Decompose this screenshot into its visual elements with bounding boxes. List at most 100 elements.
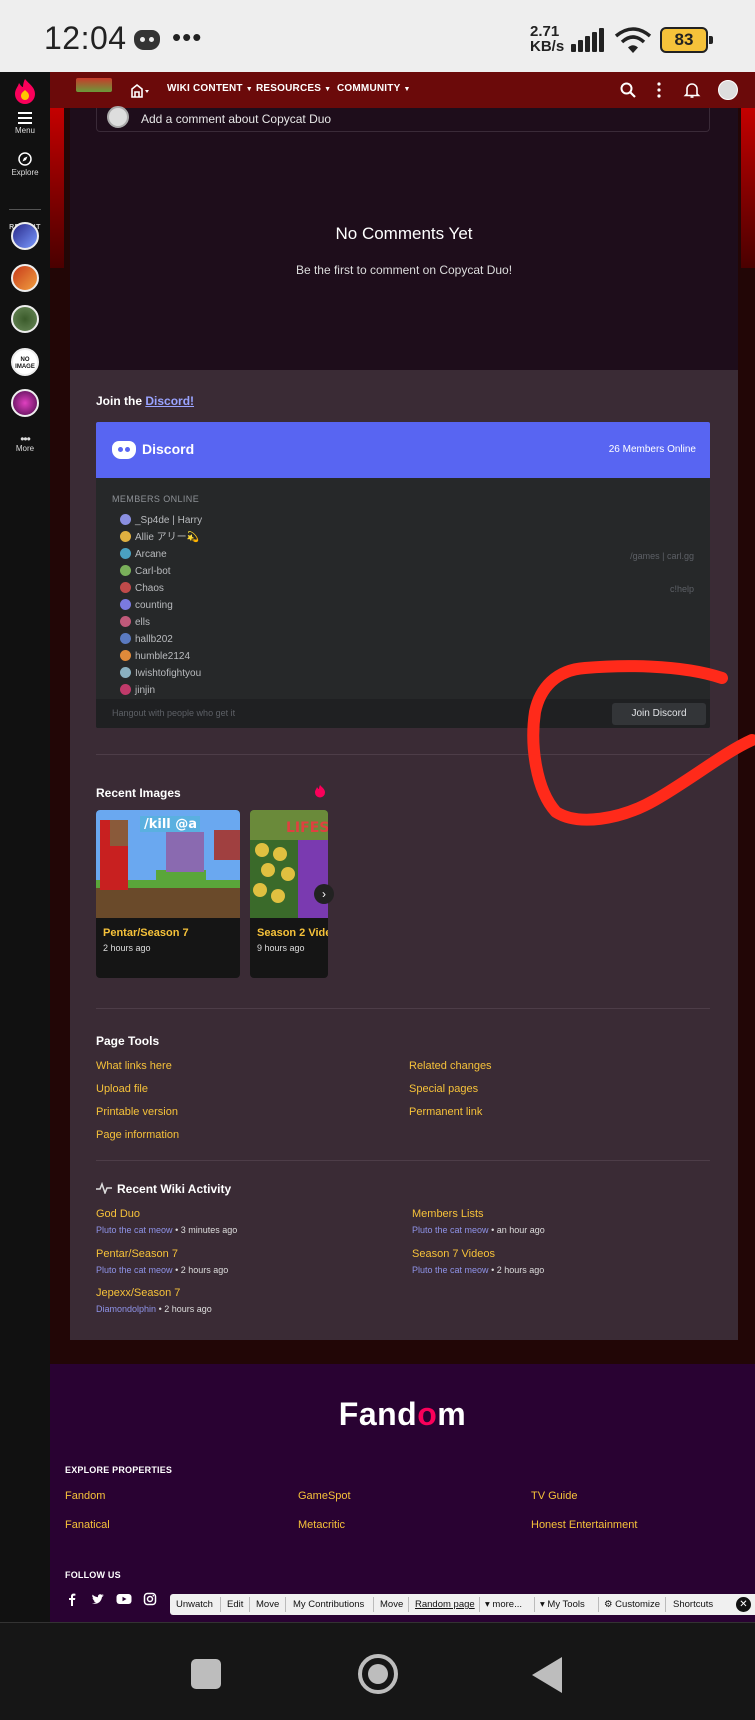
page-tool-link[interactable]: Related changes [409, 1060, 492, 1072]
rail-explore-button[interactable]: Explore [0, 152, 50, 177]
page-tool-link[interactable]: Printable version [96, 1106, 178, 1118]
home-button[interactable] [358, 1654, 398, 1694]
discord-title-link[interactable]: Discord! [145, 394, 194, 408]
decorative-edge [741, 108, 755, 268]
page-tool-link[interactable]: Upload file [96, 1083, 148, 1095]
property-link[interactable]: Honest Entertainment [531, 1519, 637, 1531]
activity-page-link[interactable]: God Duo [96, 1208, 140, 1220]
recent-wiki-avatar[interactable] [11, 222, 39, 250]
member-name: jinjin [135, 685, 156, 696]
chevron-down-icon: ▼ [245, 86, 253, 93]
discord-member[interactable]: jinjin [120, 684, 155, 698]
property-link[interactable]: Metacritic [298, 1519, 345, 1531]
discord-member[interactable]: humble2124 [120, 650, 190, 664]
discord-member[interactable]: ells [120, 616, 150, 630]
discord-member[interactable]: counting [120, 599, 173, 613]
discord-member[interactable]: Carl-bot [120, 565, 171, 579]
property-link[interactable]: Fandom [65, 1490, 105, 1502]
back-button[interactable] [532, 1657, 562, 1693]
member-name: Arcane [135, 549, 167, 560]
page-tool-link[interactable]: What links here [96, 1060, 172, 1072]
recent-image-card[interactable]: /kill @a Pentar/Season 7 2 hours ago [96, 810, 240, 978]
discord-member[interactable]: Arcane [120, 548, 167, 562]
wiki-home-dropdown[interactable] [130, 82, 150, 100]
page-tool-link[interactable]: Permanent link [409, 1106, 482, 1118]
recent-wiki-avatar[interactable] [11, 305, 39, 333]
discord-member[interactable]: Chaos [120, 582, 164, 596]
cell-signal-icon [571, 28, 605, 52]
activity-user-link[interactable]: Pluto the cat meow [412, 1225, 489, 1235]
discord-member[interactable]: hallb202 [120, 633, 173, 647]
member-avatar [120, 599, 131, 610]
toolbar-move[interactable]: Move [256, 1599, 279, 1610]
nav-resources[interactable]: RESOURCES ▼ [256, 83, 331, 94]
network-speed-unit: KB/s [530, 38, 565, 55]
nav-label: COMMUNITY [337, 83, 401, 94]
toolbar-edit[interactable]: Edit [227, 1599, 243, 1610]
discord-member[interactable]: Allie アリー💫 [120, 531, 199, 545]
recent-wiki-avatar[interactable] [11, 389, 39, 417]
discord-member[interactable]: _Sp4de | Harry [120, 514, 202, 528]
page-tool-link[interactable]: Special pages [409, 1083, 478, 1095]
wiki-logo[interactable] [76, 78, 112, 92]
toolbar-more[interactable]: ▾ more... [485, 1599, 522, 1610]
recents-button[interactable] [191, 1659, 221, 1689]
carousel-next-button[interactable]: › [314, 884, 334, 904]
toolbar-my-tools[interactable]: ▾ My Tools [540, 1599, 585, 1610]
facebook-icon[interactable] [65, 1592, 79, 1606]
activity-page-link[interactable]: Jepexx/Season 7 [96, 1287, 180, 1299]
chevron-down-icon: ▼ [324, 86, 332, 93]
nav-label: RESOURCES [256, 83, 322, 94]
recent-wiki-avatar[interactable] [11, 264, 39, 292]
activity-user-link[interactable]: Pluto the cat meow [96, 1265, 173, 1275]
property-link[interactable]: Fanatical [65, 1519, 110, 1531]
property-link[interactable]: GameSpot [298, 1490, 351, 1502]
android-nav-bar [0, 1622, 755, 1720]
toolbar-my-contributions[interactable]: My Contributions [293, 1599, 364, 1610]
nav-community[interactable]: COMMUNITY ▼ [337, 83, 411, 94]
search-icon[interactable] [619, 81, 637, 99]
status-bar: 12:04 ••• 2.71 KB/s 83 [0, 0, 755, 72]
activity-page-link[interactable]: Members Lists [412, 1208, 484, 1220]
member-name: _Sp4de | Harry [135, 515, 203, 526]
user-avatar[interactable] [718, 80, 738, 100]
activity-user-link[interactable]: Diamondolphin [96, 1304, 156, 1314]
wiki-header: WIKI CONTENT ▼ RESOURCES ▼ COMMUNITY ▼ [50, 72, 755, 108]
recent-wiki-avatar-placeholder[interactable]: NO IMAGE [11, 348, 39, 376]
discord-member[interactable]: Iwishtofightyou [120, 667, 201, 681]
toolbar-move[interactable]: Move [380, 1599, 403, 1610]
twitter-icon[interactable] [91, 1592, 105, 1606]
comment-input[interactable]: Add a comment about Copycat Duo [96, 106, 710, 132]
activity-page-link[interactable]: Season 7 Videos [412, 1248, 495, 1260]
rail-menu-button[interactable]: Menu [0, 112, 50, 135]
compass-icon [18, 152, 32, 166]
page-tool-link[interactable]: Page information [96, 1129, 179, 1141]
activity-user-link[interactable]: Pluto the cat meow [96, 1225, 173, 1235]
activity-meta: Pluto the cat meow • 2 hours ago [412, 1265, 544, 1275]
activity-user-link[interactable]: Pluto the cat meow [412, 1265, 489, 1275]
toolbar-separator [285, 1597, 286, 1612]
rail-more-button[interactable]: ••• More [0, 433, 50, 453]
activity-page-link[interactable]: Pentar/Season 7 [96, 1248, 178, 1260]
nav-wiki-content[interactable]: WIKI CONTENT ▼ [167, 83, 253, 94]
toolbar-shortcuts[interactable]: Shortcuts [673, 1599, 713, 1610]
fandom-wordmark[interactable]: Fandom [50, 1396, 755, 1433]
comments-section: Add a comment about Copycat Duo No Comme… [70, 106, 738, 370]
fandom-footer: Fandom EXPLORE PROPERTIES Fandom GameSpo… [50, 1364, 755, 1622]
fandom-logo-icon[interactable] [13, 78, 37, 104]
bell-icon[interactable] [683, 81, 701, 99]
property-link[interactable]: TV Guide [531, 1490, 577, 1502]
toolbar-customize-label: Customize [615, 1599, 661, 1610]
page-footer-modules: Join the Discord! Discord 26 Members Onl… [70, 370, 738, 1340]
discord-widget-header: Discord 26 Members Online [96, 422, 710, 478]
toolbar-random-page[interactable]: Random page [415, 1599, 475, 1610]
instagram-icon[interactable] [143, 1592, 157, 1606]
youtube-icon[interactable] [116, 1592, 132, 1606]
kebab-icon[interactable] [650, 81, 668, 99]
close-icon[interactable]: ✕ [736, 1597, 751, 1612]
join-discord-button[interactable]: Join Discord [612, 703, 706, 725]
toolbar-unwatch[interactable]: Unwatch [176, 1599, 213, 1610]
wordmark-part: m [437, 1396, 467, 1432]
toolbar-customize[interactable]: ⚙ Customize [604, 1599, 660, 1610]
battery-icon: 83 [660, 27, 713, 53]
